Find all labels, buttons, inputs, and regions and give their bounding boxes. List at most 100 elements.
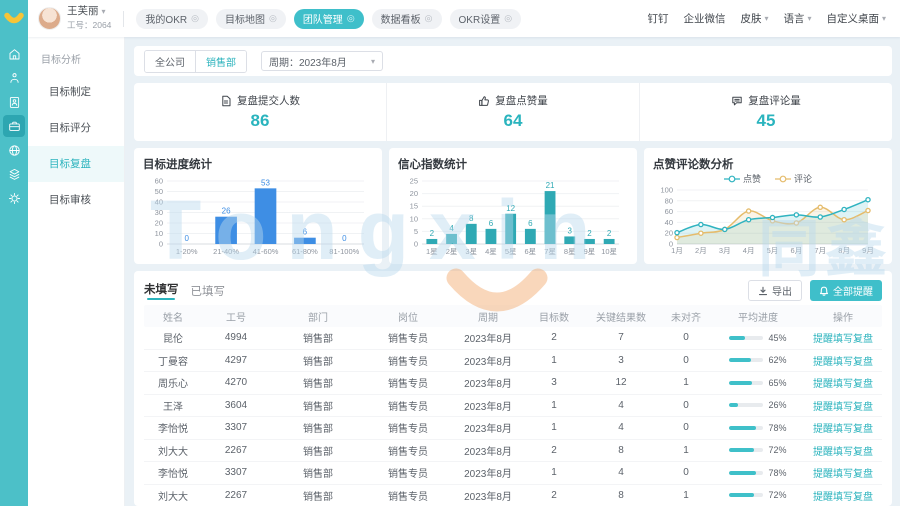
remind-all-button[interactable]: 全部提醒 bbox=[810, 280, 882, 301]
svg-text:4星: 4星 bbox=[485, 247, 497, 256]
remind-fill-review-link[interactable]: 提醒填写复盘 bbox=[813, 469, 873, 480]
progress-bar bbox=[729, 358, 763, 362]
table-cell: 0 bbox=[660, 467, 712, 478]
link-language[interactable]: 语言▾ bbox=[783, 11, 811, 26]
stat-label: 复盘点赞量 bbox=[495, 93, 548, 108]
icon-rail bbox=[0, 0, 28, 506]
table-cell: 销售部 bbox=[270, 398, 366, 413]
briefcase-icon bbox=[7, 119, 22, 134]
rail-item-globe[interactable] bbox=[3, 139, 25, 161]
svg-text:20: 20 bbox=[410, 189, 418, 198]
svg-text:50: 50 bbox=[155, 187, 163, 196]
progress-value: 72% bbox=[768, 490, 786, 500]
tab-filled[interactable]: 已填写 bbox=[191, 283, 226, 299]
divider bbox=[123, 11, 124, 27]
table-cell: 2 bbox=[526, 332, 582, 343]
progress-cell: 72% bbox=[712, 490, 804, 500]
stat-value: 45 bbox=[757, 111, 776, 131]
progress-value: 78% bbox=[768, 423, 786, 433]
remind-fill-review-link[interactable]: 提醒填写复盘 bbox=[813, 379, 873, 390]
user-menu[interactable]: 王芙丽▾ 工号：2064 bbox=[38, 6, 111, 31]
svg-text:26: 26 bbox=[222, 207, 231, 216]
table-cell: 3307 bbox=[202, 467, 270, 478]
table-cell: 2267 bbox=[202, 490, 270, 501]
download-icon bbox=[758, 286, 768, 296]
sidebar-item-goal-review[interactable]: 目标复盘 bbox=[28, 146, 124, 182]
svg-text:6: 6 bbox=[489, 219, 494, 228]
link-skin[interactable]: 皮肤▾ bbox=[740, 11, 768, 26]
stat-value: 86 bbox=[251, 111, 270, 131]
table-cell: 销售专员 bbox=[366, 443, 450, 458]
sidebar-item-goal-score[interactable]: 目标评分 bbox=[28, 110, 124, 146]
svg-text:8月: 8月 bbox=[838, 246, 850, 255]
export-button[interactable]: 导出 bbox=[748, 280, 802, 301]
svg-text:20: 20 bbox=[665, 229, 673, 238]
progress-bar bbox=[729, 403, 763, 407]
link-custom-desktop[interactable]: 自定义桌面▾ bbox=[826, 11, 886, 26]
table-cell: 2023年8月 bbox=[450, 330, 526, 345]
table-cell: 销售部 bbox=[270, 465, 366, 480]
remind-fill-review-link[interactable]: 提醒填写复盘 bbox=[813, 424, 873, 435]
goal-progress-bar-chart: 010203040506001-20%2621-40%5341-60%661-8… bbox=[143, 172, 373, 261]
column-header: 岗位 bbox=[366, 309, 450, 324]
table-cell: 4994 bbox=[202, 332, 270, 343]
remind-fill-review-link[interactable]: 提醒填写复盘 bbox=[813, 357, 873, 368]
tab-not-filled[interactable]: 未填写 bbox=[144, 281, 179, 301]
rail-item-idcard[interactable] bbox=[3, 91, 25, 113]
svg-text:25: 25 bbox=[410, 177, 418, 186]
svg-text:10星: 10星 bbox=[601, 247, 617, 256]
table-toolbar: 未填写 已填写 导出 全部提醒 bbox=[144, 278, 882, 303]
nav-tab-dashboard[interactable]: 数据看板◎ bbox=[372, 9, 442, 29]
svg-text:2: 2 bbox=[607, 229, 612, 238]
table-cell: 4 bbox=[582, 422, 660, 433]
scope-all-company[interactable]: 全公司 bbox=[145, 51, 195, 72]
scope-sales-dept[interactable]: 销售部 bbox=[195, 51, 246, 72]
remind-fill-review-link[interactable]: 提醒填写复盘 bbox=[813, 447, 873, 458]
sidebar-item-goal-audit[interactable]: 目标审核 bbox=[28, 182, 124, 218]
link-dingtalk[interactable]: 钉钉 bbox=[647, 11, 668, 26]
remind-fill-review-link[interactable]: 提醒填写复盘 bbox=[813, 334, 873, 345]
chevron-down-icon: ▾ bbox=[807, 14, 811, 23]
thumb-up-icon bbox=[478, 95, 490, 107]
chart-like-comment: 点赞评论数分析 点赞评论0204060801001月2月3月4月5月6月7月8月… bbox=[644, 148, 892, 264]
rail-item-settings[interactable] bbox=[3, 187, 25, 209]
svg-text:3星: 3星 bbox=[465, 247, 477, 256]
nav-tab-okr-settings[interactable]: OKR设置◎ bbox=[450, 9, 522, 29]
nav-tab-team-manage[interactable]: 团队管理◎ bbox=[294, 9, 364, 29]
nav-tab-goal-map[interactable]: 目标地图◎ bbox=[216, 9, 286, 29]
period-select[interactable]: 周期：2023年8月▾ bbox=[261, 51, 383, 71]
progress-value: 65% bbox=[768, 378, 786, 388]
table-cell: 7 bbox=[582, 332, 660, 343]
rail-item-briefcase-active[interactable] bbox=[3, 115, 25, 137]
progress-cell: 26% bbox=[712, 400, 804, 410]
rail-item-layers[interactable] bbox=[3, 163, 25, 185]
stat-label: 复盘提交人数 bbox=[237, 93, 300, 108]
remind-fill-review-link[interactable]: 提醒填写复盘 bbox=[813, 492, 873, 503]
svg-text:2月: 2月 bbox=[695, 246, 707, 255]
svg-text:6: 6 bbox=[303, 228, 308, 237]
topbar: 王芙丽▾ 工号：2064 我的OKR◎ 目标地图◎ 团队管理◎ 数据看板◎ OK… bbox=[28, 0, 900, 37]
table-cell: 销售专员 bbox=[366, 398, 450, 413]
progress-value: 72% bbox=[768, 445, 786, 455]
rail-item-org[interactable] bbox=[3, 67, 25, 89]
app-logo[interactable] bbox=[0, 0, 28, 37]
target-icon: ◎ bbox=[269, 14, 277, 23]
sidebar-item-goal-create[interactable]: 目标制定 bbox=[28, 74, 124, 110]
table-cell: 销售部 bbox=[270, 330, 366, 345]
table-cell: 12 bbox=[582, 377, 660, 388]
progress-cell: 78% bbox=[712, 423, 804, 433]
remind-fill-review-link[interactable]: 提醒填写复盘 bbox=[813, 402, 873, 413]
table-cell: 2023年8月 bbox=[450, 420, 526, 435]
nav-tab-my-okr[interactable]: 我的OKR◎ bbox=[136, 9, 208, 29]
table-cell: 2 bbox=[526, 445, 582, 456]
svg-text:0: 0 bbox=[159, 240, 163, 249]
legend-item-点赞[interactable]: 点赞 bbox=[724, 172, 761, 185]
column-header: 未对齐 bbox=[660, 309, 712, 324]
rail-item-home[interactable] bbox=[3, 43, 25, 65]
link-wecom[interactable]: 企业微信 bbox=[683, 11, 725, 26]
svg-text:61-80%: 61-80% bbox=[292, 247, 318, 256]
table-cell: 丁曼容 bbox=[144, 353, 202, 368]
legend-item-评论[interactable]: 评论 bbox=[775, 172, 812, 185]
table-cell: 李怡悦 bbox=[144, 465, 202, 480]
table-cell: 销售部 bbox=[270, 375, 366, 390]
